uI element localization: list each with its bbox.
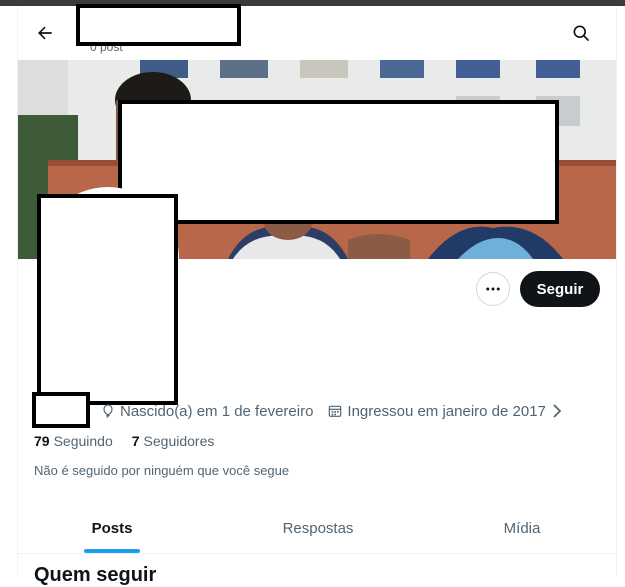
tab-respostas-label: Respostas [282, 519, 354, 537]
not-followed-notice: Não é seguido por ninguém que você segue [34, 463, 290, 478]
followers-label: Seguidores [143, 433, 215, 449]
joined-date-text: Ingressou em janeiro de 2017 [347, 402, 546, 420]
following-count: 79 [34, 433, 50, 449]
back-button[interactable] [30, 18, 60, 48]
tab-midia-label: Mídia [503, 519, 541, 537]
redacted-banner-overlay [118, 100, 559, 224]
follow-stats: 79 Seguindo 7 Seguidores [34, 433, 233, 449]
followers-count: 7 [131, 433, 140, 449]
redacted-handle [32, 392, 90, 428]
active-tab-indicator [84, 549, 140, 553]
birth-date-text: Nascido(a) em 1 de fevereiro [120, 402, 314, 420]
tab-respostas[interactable]: Respostas [218, 503, 418, 553]
following-label: Seguindo [53, 433, 113, 449]
profile-tabs: Posts Respostas Mídia [18, 503, 616, 554]
balloon-icon [103, 404, 113, 418]
following-link[interactable]: 79 Seguindo [34, 433, 113, 449]
tab-posts-label: Posts [91, 519, 133, 537]
profile-meta: Nascido(a) em 1 de fevereiro Ingressou e… [100, 401, 582, 421]
redacted-display-name [76, 4, 241, 46]
followers-link[interactable]: 7 Seguidores [132, 433, 215, 449]
search-button[interactable] [566, 18, 596, 48]
search-icon [573, 25, 589, 41]
joined-date[interactable]: Ingressou em janeiro de 2017 [327, 403, 567, 420]
tab-posts[interactable]: Posts [18, 503, 206, 553]
calendar-icon [329, 405, 342, 417]
more-options-button[interactable] [476, 272, 510, 306]
tab-midia[interactable]: Mídia [428, 503, 616, 553]
follow-button[interactable]: Seguir [520, 271, 600, 307]
arrow-left-icon [38, 26, 52, 40]
redacted-avatar [37, 194, 178, 405]
column-border-right [616, 6, 617, 576]
more-horizontal-icon [486, 287, 500, 291]
birth-date: Nascido(a) em 1 de fevereiro [100, 403, 313, 420]
chevron-right-icon [553, 404, 562, 418]
